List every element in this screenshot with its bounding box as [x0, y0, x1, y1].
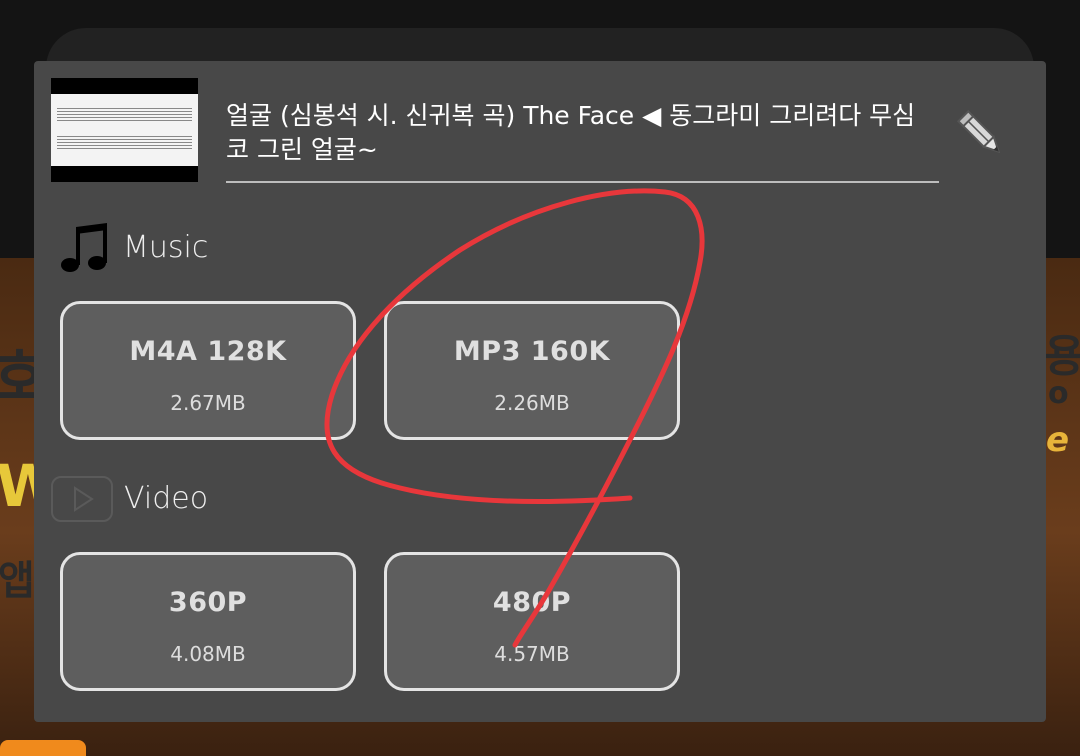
edit-title-button[interactable]	[952, 105, 1010, 163]
video-section-label: Video	[124, 481, 209, 516]
download-option-360p[interactable]: 360P 4.08MB	[60, 552, 356, 691]
file-size-label: 4.08MB	[170, 642, 246, 666]
file-size-label: 2.26MB	[494, 391, 570, 415]
video-thumbnail	[51, 78, 198, 182]
download-option-480p[interactable]: 480P 4.57MB	[384, 552, 680, 691]
format-label: MP3 160K	[453, 336, 611, 367]
music-section-label: Music	[123, 230, 209, 265]
pencil-icon	[956, 109, 1001, 154]
background-text-fragment: e	[1046, 420, 1070, 460]
format-label: 480P	[492, 587, 572, 618]
music-note-icon	[61, 223, 107, 272]
background-text-fragment: 앱	[0, 558, 35, 604]
play-icon	[51, 476, 113, 522]
file-size-label: 2.67MB	[170, 391, 246, 415]
background-text-fragment: 용	[1044, 331, 1080, 382]
title-underline	[226, 181, 939, 183]
download-option-m4a-128k[interactable]: M4A 128K 2.67MB	[60, 301, 356, 440]
format-label: M4A 128K	[129, 336, 287, 367]
file-size-label: 4.57MB	[494, 642, 570, 666]
download-option-mp3-160k[interactable]: MP3 160K 2.26MB	[384, 301, 680, 440]
title-field[interactable]: 얼굴 (심봉석 시. 신귀복 곡) The Face ◀ 동그라미 그리려다 무…	[226, 99, 938, 167]
background-button	[0, 740, 86, 756]
background-text-fragment: o	[1048, 376, 1069, 411]
format-label: 360P	[168, 587, 248, 618]
download-dialog: 얼굴 (심봉석 시. 신귀복 곡) The Face ◀ 동그라미 그리려다 무…	[34, 61, 1046, 722]
